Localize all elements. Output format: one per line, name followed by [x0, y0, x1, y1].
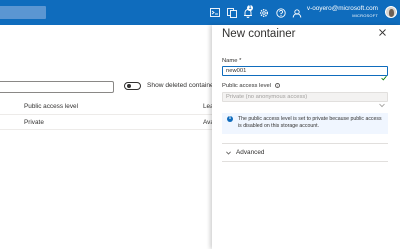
chevron-down-icon: [226, 151, 231, 155]
name-input[interactable]: [222, 66, 388, 76]
help-icon[interactable]: [274, 6, 287, 19]
access-level-select[interactable]: Private (no anonymous access): [222, 92, 388, 108]
directory-filter-icon[interactable]: [225, 6, 238, 19]
table-header-divider: [0, 114, 212, 115]
top-bar: 1 v-ooyero@microsoft.com MICROSOFT: [0, 0, 400, 25]
show-deleted-toggle[interactable]: [124, 82, 141, 90]
cloud-shell-icon[interactable]: [208, 6, 221, 19]
notification-badge: 1: [247, 5, 253, 11]
toggle-knob: [127, 84, 131, 88]
panel-title: New container: [222, 28, 296, 40]
valid-check-icon: [381, 68, 387, 81]
advanced-label: Advanced: [236, 149, 265, 156]
row-access-level: Private: [24, 119, 44, 126]
name-label: Name *: [222, 58, 242, 64]
filter-input[interactable]: [0, 81, 114, 93]
close-icon[interactable]: [377, 27, 387, 37]
info-icon: i: [227, 116, 233, 122]
new-container-panel: New container Name * Public access level…: [212, 25, 400, 249]
account-info[interactable]: v-ooyero@microsoft.com MICROSOFT: [307, 5, 378, 19]
info-message-text: The public access level is set to privat…: [238, 116, 382, 129]
table-row-divider: [0, 129, 212, 130]
info-tooltip-icon[interactable]: i: [274, 83, 280, 88]
avatar[interactable]: [385, 6, 397, 18]
access-level-label-text: Public access level: [222, 83, 271, 90]
access-level-label: Public access level i: [222, 83, 280, 90]
advanced-divider-top: [222, 143, 388, 144]
access-level-value: Private (no anonymous access): [226, 94, 308, 100]
settings-icon[interactable]: [257, 6, 270, 19]
advanced-section-toggle[interactable]: Advanced: [226, 149, 264, 157]
account-tenant: MICROSOFT: [352, 13, 378, 18]
column-header-public-access[interactable]: Public access level: [24, 103, 78, 111]
search-box[interactable]: [0, 6, 46, 19]
account-email: v-ooyero@microsoft.com: [306, 5, 378, 12]
chevron-down-icon: [379, 95, 385, 108]
info-message: i The public access level is set to priv…: [222, 113, 388, 134]
advanced-divider-bottom: [222, 161, 388, 162]
feedback-icon[interactable]: [290, 6, 303, 19]
show-deleted-label: Show deleted containers: [147, 82, 220, 89]
